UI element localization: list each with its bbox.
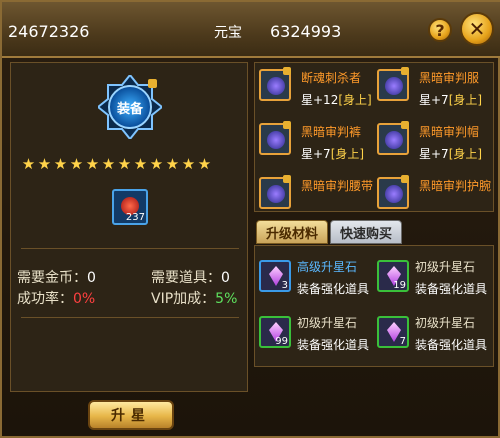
crystal-icon: 19	[377, 260, 409, 292]
upgrade-star-window: 24672326 元宝 6324993 ? ✕ 装备 ★ ★ ★ ★ ★ ★ ★ ★ ★ ★ ★ ★ …	[0, 0, 500, 438]
equipment-name: 黑暗审判护腕	[419, 179, 492, 193]
material-desc: 装备强化道具	[297, 282, 370, 296]
vip-bonus: VIP加成：5%	[151, 288, 237, 308]
close-button[interactable]: ✕	[460, 12, 494, 46]
material-name: 初级升星石	[415, 260, 476, 274]
emblem-core: 装备	[108, 85, 152, 129]
items-needed-label: 需要道具：	[151, 270, 221, 286]
equipped-item-slot[interactable]: 237	[112, 189, 148, 225]
material-desc: 装备强化道具	[415, 282, 488, 296]
material-item[interactable]: 99 初级升星石 装备强化道具	[257, 312, 375, 360]
bracer-icon	[377, 175, 409, 209]
material-name: 高级升星石	[297, 260, 358, 274]
gold-needed-label: 需要金币：	[17, 270, 87, 286]
lock-icon	[283, 175, 291, 183]
lock-icon	[283, 121, 291, 129]
equipment-name: 断魂刺杀者	[301, 71, 362, 85]
emblem-text: 装备	[116, 101, 143, 117]
star-icon: ★	[101, 155, 116, 173]
lock-icon	[401, 67, 409, 75]
lock-icon	[401, 121, 409, 129]
upgrade-star-button[interactable]: 升星	[88, 400, 174, 430]
divider	[21, 317, 239, 318]
crystal-icon: 7	[377, 316, 409, 348]
divider	[21, 248, 239, 249]
equipment-star: 星+7[身上]	[419, 93, 483, 107]
material-desc: 装备强化道具	[297, 338, 370, 352]
item-count: 237	[125, 212, 145, 223]
equipment-item[interactable]: 黑暗审判腰带	[257, 175, 375, 211]
star-icon: ★	[149, 155, 164, 173]
success-rate: 成功率：0%	[17, 288, 95, 308]
star-icon: ★	[85, 155, 100, 173]
star-icon: ★	[181, 155, 196, 173]
material-name: 初级升星石	[297, 316, 358, 330]
equipment-name: 黑暗审判裤	[301, 125, 362, 139]
equipment-star: 星+7[身上]	[419, 147, 483, 161]
materials-list: 3 高级升星石 装备强化道具 19 初级升星石 装备强化道具 99 初级升星石 …	[254, 245, 494, 367]
star-icon: ★	[69, 155, 84, 173]
equipment-item[interactable]: 断魂刺杀者 星+12[身上]	[257, 67, 375, 115]
tab-quick-buy[interactable]: 快速购买	[330, 220, 402, 244]
material-name: 初级升星石	[415, 316, 476, 330]
star-icon: ★	[21, 155, 36, 173]
equipment-item[interactable]: 黑暗审判护腕	[375, 175, 493, 211]
equipment-list: 断魂刺杀者 星+12[身上] 黑暗审判服 星+7[身上] 黑暗审判裤 星+7[身…	[254, 62, 494, 212]
equipment-emblem: 装备	[96, 73, 164, 141]
material-item[interactable]: 7 初级升星石 装备强化道具	[375, 312, 493, 360]
equipment-star: 星+7[身上]	[301, 147, 365, 161]
items-needed-value: 0	[221, 270, 230, 286]
vip-bonus-label: VIP加成：	[151, 291, 216, 307]
crystal-icon: 99	[259, 316, 291, 348]
lock-icon	[283, 67, 291, 75]
star-icon: ★	[37, 155, 52, 173]
yuanbao-label: 元宝	[214, 25, 242, 41]
top-bar: 24672326 元宝 6324993 ? ✕	[2, 2, 500, 58]
star-rating: ★ ★ ★ ★ ★ ★ ★ ★ ★ ★ ★ ★	[21, 157, 241, 173]
equipment-name: 黑暗审判服	[419, 71, 480, 85]
equipment-detail-panel: 装备 ★ ★ ★ ★ ★ ★ ★ ★ ★ ★ ★ ★ 237 需要金币：0 需要道具：0 成功率：0%…	[10, 62, 248, 392]
equipment-item[interactable]: 黑暗审判服 星+7[身上]	[375, 67, 493, 115]
star-icon: ★	[165, 155, 180, 173]
gold-needed: 需要金币：0	[17, 267, 96, 287]
lock-icon	[148, 79, 157, 88]
crystal-icon: 3	[259, 260, 291, 292]
star-icon: ★	[133, 155, 148, 173]
gold-needed-value: 0	[87, 270, 96, 286]
equipment-name: 黑暗审判帽	[419, 125, 480, 139]
items-needed: 需要道具：0	[151, 267, 230, 287]
yuanbao-amount: 6324993	[270, 22, 342, 41]
success-rate-value: 0%	[73, 291, 96, 307]
equipment-star: 星+12[身上]	[301, 93, 372, 107]
armor-icon	[377, 67, 409, 101]
material-desc: 装备强化道具	[415, 338, 488, 352]
star-icon: ★	[197, 155, 212, 173]
gold-amount: 24672326	[8, 22, 90, 41]
vip-bonus-value: 5%	[215, 291, 238, 307]
equipment-item[interactable]: 黑暗审判帽 星+7[身上]	[375, 121, 493, 169]
star-icon: ★	[53, 155, 68, 173]
belt-icon	[259, 175, 291, 209]
helmet-icon	[377, 121, 409, 155]
tab-materials[interactable]: 升级材料	[256, 220, 328, 244]
success-rate-label: 成功率：	[17, 291, 73, 307]
material-item[interactable]: 3 高级升星石 装备强化道具	[257, 256, 375, 304]
weapon-icon	[259, 67, 291, 101]
lock-icon	[401, 175, 409, 183]
pants-icon	[259, 121, 291, 155]
equipment-name: 黑暗审判腰带	[301, 179, 374, 193]
star-icon: ★	[117, 155, 132, 173]
help-button[interactable]: ?	[428, 18, 452, 42]
equipment-item[interactable]: 黑暗审判裤 星+7[身上]	[257, 121, 375, 169]
material-item[interactable]: 19 初级升星石 装备强化道具	[375, 256, 493, 304]
